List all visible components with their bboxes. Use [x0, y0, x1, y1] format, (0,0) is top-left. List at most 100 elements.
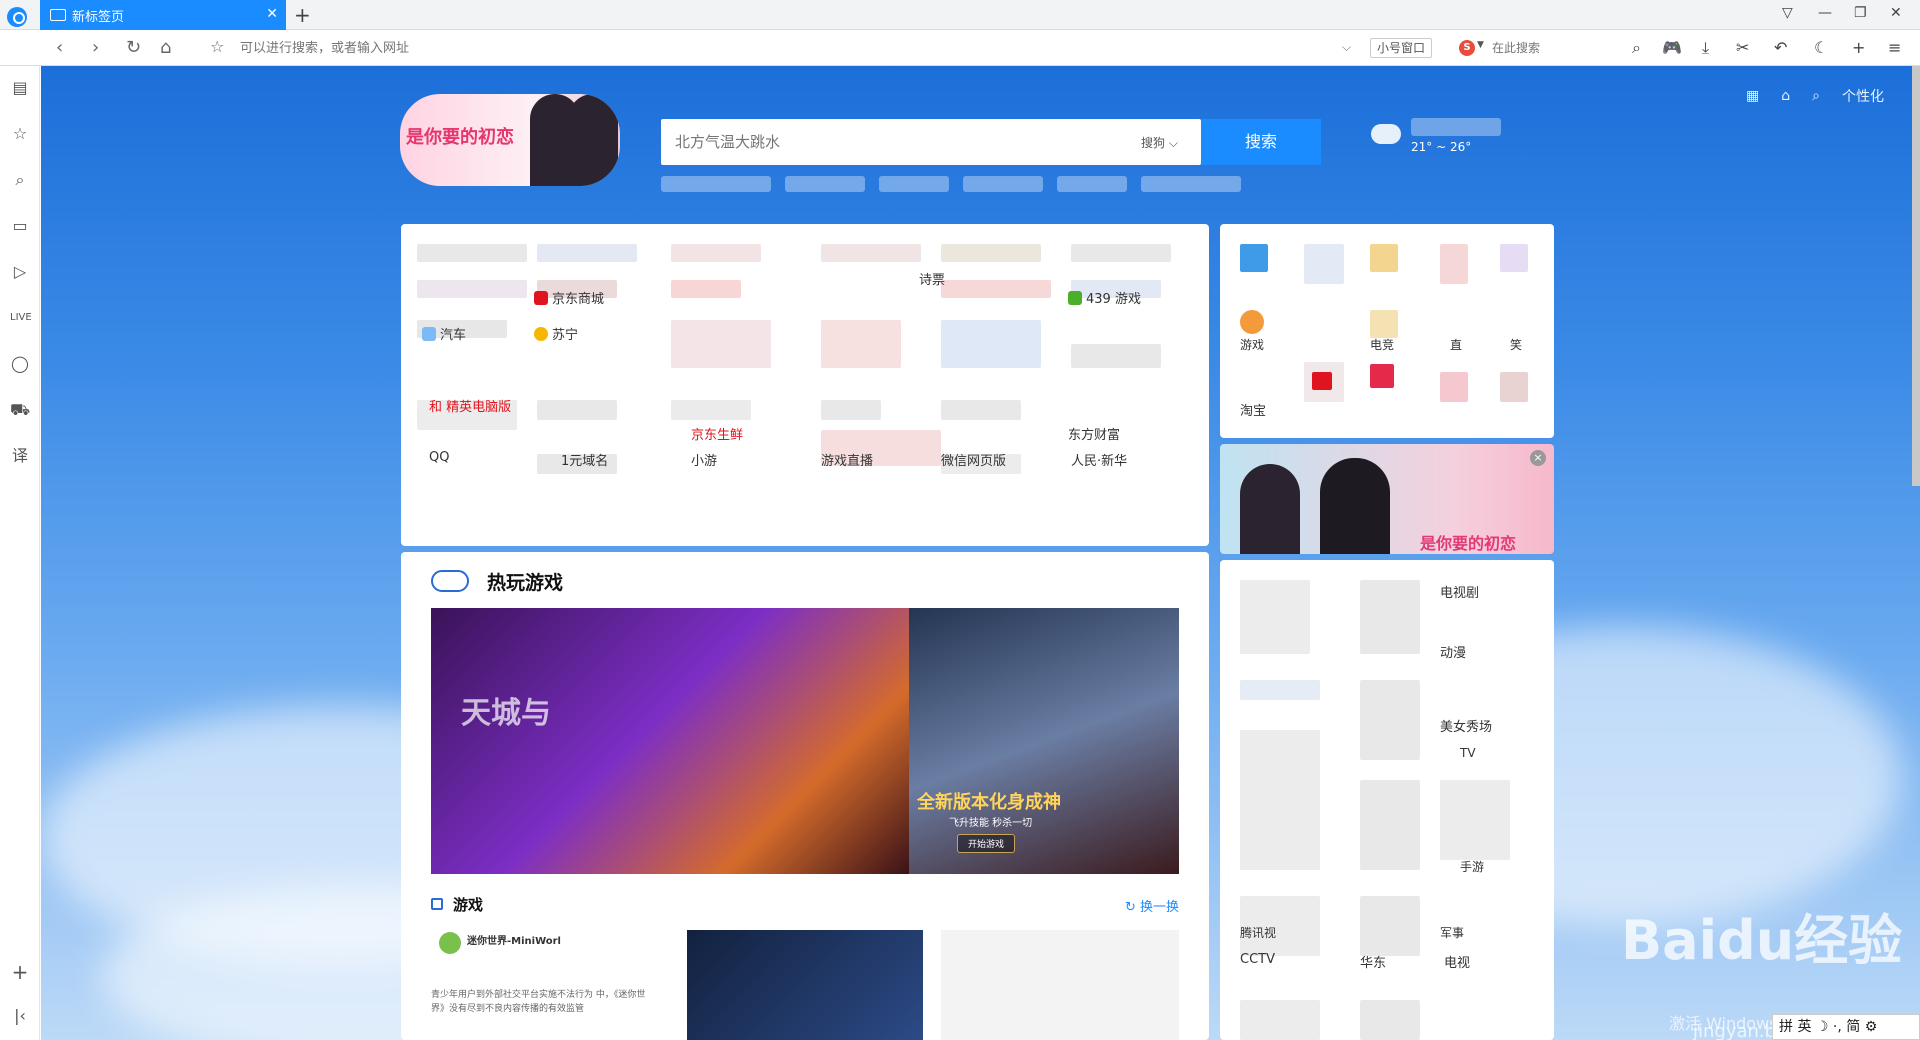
- app-icon[interactable]: [1304, 244, 1344, 284]
- game-controller-icon[interactable]: 🎮: [1662, 38, 1682, 57]
- back-icon[interactable]: ‹: [56, 37, 63, 58]
- toolbar-search-input[interactable]: [1492, 38, 1622, 58]
- engine-caret-icon[interactable]: ▼: [1477, 40, 1484, 50]
- tab-new-tab[interactable]: 新标签页 ✕: [40, 0, 286, 30]
- video-link-tv3[interactable]: 电视: [1444, 952, 1470, 971]
- layout-icon[interactable]: ▦: [1746, 88, 1759, 104]
- video-icon[interactable]: ▷: [10, 262, 30, 282]
- menu-icon[interactable]: ≡: [1888, 38, 1901, 57]
- blurred-link[interactable]: [941, 400, 1021, 420]
- blurred-link[interactable]: [671, 320, 771, 368]
- chat-icon[interactable]: ◯: [10, 354, 30, 374]
- app-label-taobao[interactable]: 淘宝: [1240, 400, 1266, 419]
- video-link-cctv[interactable]: CCTV: [1240, 952, 1275, 967]
- blurred-link[interactable]: [821, 244, 921, 262]
- nav-link-jd[interactable]: 京东商城: [534, 288, 604, 307]
- blurred-link[interactable]: [671, 280, 741, 298]
- video-link-military[interactable]: 军事: [1440, 924, 1464, 941]
- hot-word[interactable]: [1057, 176, 1127, 192]
- nav-link-people[interactable]: 人民·新华: [1071, 450, 1127, 469]
- search-icon[interactable]: ⌕: [1812, 88, 1820, 104]
- video-link-tencent[interactable]: 腾讯视: [1240, 924, 1276, 941]
- engine-select[interactable]: 搜狗 ⌵: [1141, 134, 1178, 151]
- blurred-link[interactable]: [417, 244, 527, 262]
- blurred-link[interactable]: [1360, 780, 1420, 870]
- close-icon[interactable]: ×: [1530, 450, 1546, 466]
- app-icon[interactable]: [1440, 244, 1468, 284]
- page-scrollbar[interactable]: [1912, 66, 1920, 486]
- app-label-esports[interactable]: 电竞: [1370, 336, 1394, 353]
- blurred-link[interactable]: [1071, 244, 1171, 262]
- reading-icon[interactable]: ▭: [10, 216, 30, 236]
- download-icon[interactable]: ⤓: [1702, 38, 1709, 58]
- blurred-link[interactable]: [941, 244, 1041, 262]
- blurred-link[interactable]: [1240, 730, 1320, 870]
- ime-toolbar[interactable]: 拼 英 ☽ ·, 简 ⚙: [1772, 1014, 1920, 1040]
- app-icon[interactable]: [1312, 372, 1332, 390]
- shopping-cart-icon[interactable]: ⛟: [10, 400, 30, 420]
- blurred-link[interactable]: [821, 400, 881, 420]
- forward-icon[interactable]: ›: [92, 37, 99, 58]
- pin-icon[interactable]: ▽: [1782, 5, 1793, 21]
- minimize-icon[interactable]: —: [1818, 5, 1832, 21]
- add-icon[interactable]: +: [1852, 38, 1865, 57]
- nav-link-game-live[interactable]: 游戏直播: [821, 450, 873, 469]
- personalize-button[interactable]: 个性化: [1842, 86, 1884, 106]
- search-icon[interactable]: ⌕: [10, 170, 30, 190]
- blurred-link[interactable]: [1360, 580, 1420, 654]
- news-thumbnail[interactable]: [687, 930, 923, 1040]
- blurred-link[interactable]: [1240, 1000, 1320, 1040]
- search-icon[interactable]: ⌕: [1632, 38, 1641, 58]
- nav-link-suning[interactable]: 苏宁: [534, 324, 578, 343]
- app-label-live[interactable]: 直: [1450, 336, 1462, 353]
- start-game-button[interactable]: 开始游戏: [957, 834, 1016, 853]
- hot-word[interactable]: [879, 176, 949, 192]
- nav-link-wechat-web[interactable]: 微信网页版: [941, 450, 1006, 469]
- app-icon[interactable]: [1500, 372, 1528, 402]
- hot-word[interactable]: [785, 176, 865, 192]
- home-icon[interactable]: ⌂: [1781, 88, 1790, 104]
- nav-link-eastmoney[interactable]: 东方财富: [1068, 424, 1120, 443]
- night-mode-icon[interactable]: ☾: [1814, 38, 1828, 57]
- news-item[interactable]: 迷你世界-MiniWorl 青少年用户到外部社交平台实施不法行为 中，《迷你世界…: [431, 928, 655, 1040]
- blurred-link[interactable]: [941, 320, 1041, 368]
- video-link-east-china[interactable]: 华东: [1360, 952, 1386, 971]
- refresh-button[interactable]: ↻ 换一换: [1125, 896, 1179, 915]
- video-link-anime[interactable]: 动漫: [1440, 642, 1466, 661]
- video-link-mobile-game[interactable]: 手游: [1460, 858, 1484, 875]
- news-thumbnail[interactable]: [941, 930, 1179, 1040]
- search-button[interactable]: 搜索: [1201, 119, 1321, 165]
- blurred-link[interactable]: [417, 280, 527, 298]
- blurred-link[interactable]: [1440, 780, 1510, 860]
- video-link-tv2[interactable]: TV: [1460, 746, 1476, 760]
- blurred-link[interactable]: [671, 400, 751, 420]
- app-icon[interactable]: [1370, 310, 1398, 338]
- nav-link-jd-fresh[interactable]: 京东生鲜: [691, 424, 743, 443]
- promo-banner[interactable]: 是你要的初恋: [400, 94, 620, 186]
- address-input[interactable]: [240, 38, 1340, 58]
- app-icon[interactable]: [1240, 244, 1268, 272]
- hot-word[interactable]: [1141, 176, 1241, 192]
- sogou-engine-icon[interactable]: S: [1459, 40, 1475, 56]
- blurred-link[interactable]: [537, 400, 617, 420]
- add-icon[interactable]: +: [10, 962, 30, 982]
- close-icon[interactable]: ✕: [1890, 5, 1902, 21]
- nav-link-qq[interactable]: QQ: [429, 450, 449, 465]
- app-label-funny[interactable]: 笑: [1510, 336, 1522, 353]
- blurred-link[interactable]: [1360, 896, 1420, 956]
- screenshot-scissors-icon[interactable]: ✂: [1736, 38, 1749, 57]
- translate-icon[interactable]: 译: [10, 446, 30, 466]
- app-icon[interactable]: [1440, 372, 1468, 402]
- blurred-link[interactable]: [671, 244, 761, 262]
- home-icon[interactable]: ⌂: [160, 37, 171, 58]
- app-icon[interactable]: [1500, 244, 1528, 272]
- reload-icon[interactable]: ↻: [126, 37, 141, 58]
- live-icon[interactable]: LIVE: [10, 308, 32, 328]
- games-banner[interactable]: 天城与 全新版本化身成神 飞升技能 秒杀一切 开始游戏: [431, 608, 1179, 874]
- game-banner-left[interactable]: 天城与: [431, 608, 909, 874]
- video-link-showroom[interactable]: 美女秀场: [1440, 716, 1492, 735]
- undo-icon[interactable]: ↶: [1774, 38, 1787, 57]
- blurred-link[interactable]: [1240, 580, 1310, 654]
- nav-link-domain[interactable]: 1元域名: [561, 450, 608, 469]
- nav-link-4399[interactable]: 439 游戏: [1068, 288, 1141, 307]
